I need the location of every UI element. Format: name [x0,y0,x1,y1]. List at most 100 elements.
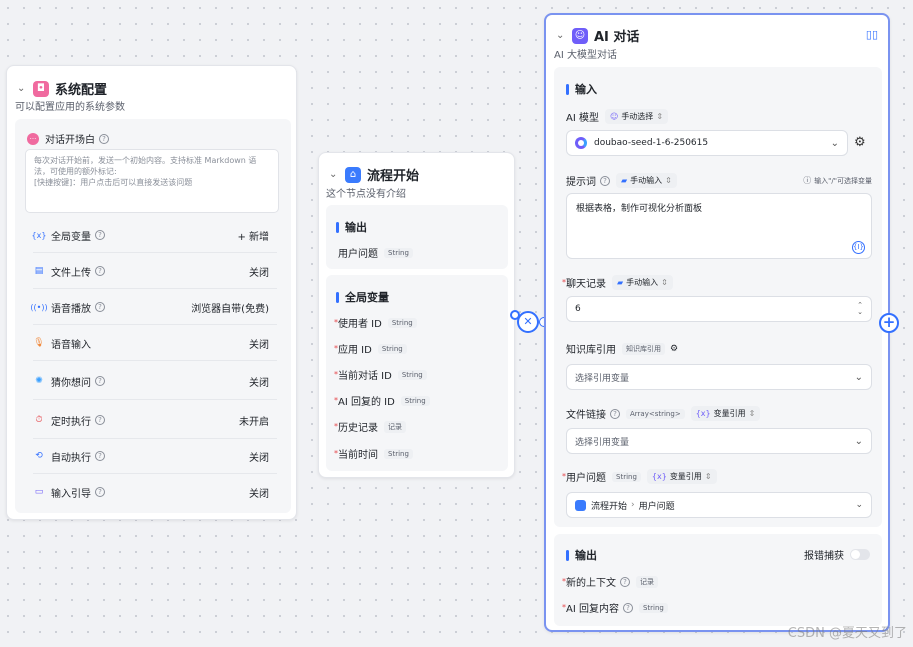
help-icon[interactable]: ? [622,602,633,613]
model-mode-select[interactable]: ☺ 手动选择 ⇕ [604,109,669,124]
system-config-node[interactable]: ⌄ ◘ 系统配置 可以配置应用的系统参数 ··· 对话开场白 ? 每次对话开始前… [6,65,297,520]
model-select[interactable]: doubao-seed-1-6-250615 ⌄ [566,130,848,156]
help-icon[interactable]: ? [95,302,105,312]
chat-bubble-icon: ··· [27,132,39,145]
divider [33,473,277,474]
cfg-row-auto-run[interactable]: ⟲ 自动执行? 关闭 [33,446,269,466]
ai-robot-icon: ☺ [572,27,588,44]
error-catch-row: 报错捕获 [804,547,870,562]
help-icon[interactable]: ? [610,408,620,419]
user-question-select[interactable]: 流程开始 › 用户问题 ⌄ [566,492,872,518]
cfg-value: 未开启 [239,416,269,428]
model-label-row: AI 模型 ☺ 手动选择 ⇕ [566,109,669,124]
stepper-icon[interactable]: ⌃ ⌄ [857,302,863,316]
flow-start-desc: 这个节点没有介绍 [326,189,406,200]
flow-globals-title: 全局变量 [336,289,389,305]
history-mode-select[interactable]: ▰ 手动输入 ⇕ [612,275,673,290]
divider [33,324,277,325]
model-logo-icon [575,137,587,149]
cfg-row-guess[interactable]: ✺ 猜你想问? 关闭 [33,371,269,391]
model-settings-gear-icon[interactable]: ⚙ [854,135,866,150]
file-link-mode-select[interactable]: {x} 变量引用 ⇕ [690,406,761,421]
prompt-hint: ⓘ 输入"/"可选择变量 [803,176,872,185]
opening-label: 对话开场白 [45,135,95,146]
watermark: CSDN @夏天又到了 [787,626,907,641]
microphone-icon: 🎙 [33,338,45,348]
opening-textarea[interactable]: 每次对话开始前，发送一个初始内容。支持标准 Markdown 语法，可使用的额外… [25,149,279,213]
variable-insert-icon[interactable]: {I} [852,241,865,254]
flow-start-title: 流程开始 [367,169,420,184]
global-var-item: * AI 回复的 ID String [334,393,430,408]
system-config-icon: ◘ [33,80,49,97]
knowledge-settings-icon[interactable]: ⚙ [670,344,678,354]
chevron-down-icon: ⌄ [854,371,863,383]
help-icon[interactable]: ? [600,175,610,186]
global-var-item: * 当前时间 String [334,446,413,461]
book-icon[interactable]: ▯▯ [866,28,878,41]
chevron-right-icon: › [631,500,635,510]
info-icon: ⓘ [803,176,812,185]
divider [33,252,277,253]
cfg-label: 语音输入 [51,339,91,351]
input-guide-icon: ▭ [34,487,44,497]
cfg-label: 全局变量 [51,231,91,243]
cfg-row-input-guide[interactable]: ▭ 输入引导? 关闭 [33,482,269,502]
ai-input-panel: 输入 AI 模型 ☺ 手动选择 ⇕ doubao-seed-1-6-250615 ⌄… [554,67,882,527]
add-node-handle-icon[interactable]: + [879,313,899,333]
ai-output-panel: 输出 报错捕获 * 新的上下文? 记录 * AI 回复内容? String [554,534,882,626]
collapse-chevron-icon[interactable]: ⌄ [329,169,341,180]
cfg-value: 关闭 [249,267,269,279]
help-icon[interactable]: ? [95,415,105,425]
system-config-desc: 可以配置应用的系统参数 [15,102,125,113]
help-icon[interactable]: ? [95,487,105,497]
collapse-chevron-icon[interactable]: ⌄ [17,83,29,94]
cfg-row-file-upload[interactable]: ▤ 文件上传? 关闭 [33,261,269,281]
connection-edge[interactable]: ✕ [517,311,539,333]
cfg-value: 关闭 [249,339,269,351]
divider [33,399,277,400]
prompt-label-row: 提示词? ▰ 手动输入 ⇕ [566,173,677,188]
output-item: * AI 回复内容? String [562,600,668,615]
cfg-row-voice-input[interactable]: 🎙 语音输入 关闭 [33,333,269,353]
prompt-textarea[interactable]: 根据表格，制作可视化分析面板 {I} [566,193,872,259]
divider [33,360,277,361]
system-config-title: 系统配置 [55,83,108,98]
variable-icon: {x} [31,230,47,240]
add-global-var-button[interactable]: + 新增 [237,228,269,243]
ai-chat-title: AI 对话 [594,30,640,45]
error-catch-toggle[interactable] [850,549,870,560]
prompt-mode-select[interactable]: ▰ 手动输入 ⇕ [616,173,677,188]
global-var-item: * 使用者 ID String [334,315,417,330]
help-icon[interactable]: ? [99,133,109,144]
help-icon[interactable]: ? [95,376,105,386]
flow-output-panel: 输出 用户问题 String [326,205,508,269]
flow-start-node[interactable]: ⌄ ⌂ 流程开始 这个节点没有介绍 输出 用户问题 String 全局变量 * 使… [318,152,515,478]
collapse-chevron-icon[interactable]: ⌄ [556,30,568,41]
help-icon[interactable]: ? [620,576,630,587]
cfg-value: 关闭 [249,488,269,500]
cfg-label: 输入引导 [51,488,91,500]
lightbulb-icon: ✺ [35,376,43,386]
chevron-down-icon: ⌄ [855,500,863,510]
cfg-label: 自动执行 [51,452,91,464]
knowledge-select[interactable]: 选择引用变量 ⌄ [566,364,872,390]
global-var-item: * 应用 ID String [334,341,407,356]
user-question-mode-select[interactable]: {x} 变量引用 ⇕ [646,469,717,484]
cfg-row-voice-play[interactable]: ((•)) 语音播放? 浏览器自带(免费) [30,297,269,317]
help-icon[interactable]: ? [95,266,105,276]
help-icon[interactable]: ? [95,230,105,240]
chevron-down-icon: ⌄ [854,435,863,447]
cfg-row-global-vars[interactable]: {x} 全局变量? + 新增 [31,225,269,245]
ai-chat-node[interactable]: ⌄ ☺ AI 对话 ▯▯ AI 大模型对话 输入 AI 模型 ☺ 手动选择 ⇕ do… [544,13,890,632]
help-icon[interactable]: ? [95,451,105,461]
cfg-row-timer[interactable]: ⏱ 定时执行? 未开启 [33,410,269,430]
global-var-item: * 当前对话 ID String [334,367,427,382]
file-link-select[interactable]: 选择引用变量 ⌄ [566,428,872,454]
history-number-input[interactable]: 6 ⌃ ⌄ [566,296,872,322]
history-label-row: * 聊天记录 ▰ 手动输入 ⇕ [562,275,673,290]
output-item: * 新的上下文? 记录 [562,574,658,589]
speaker-icon: ((•)) [30,302,48,312]
cfg-value: 关闭 [249,452,269,464]
auto-run-icon: ⟲ [35,451,43,461]
file-link-label-row: 文件链接? Array<string> {x} 变量引用 ⇕ [566,406,761,421]
